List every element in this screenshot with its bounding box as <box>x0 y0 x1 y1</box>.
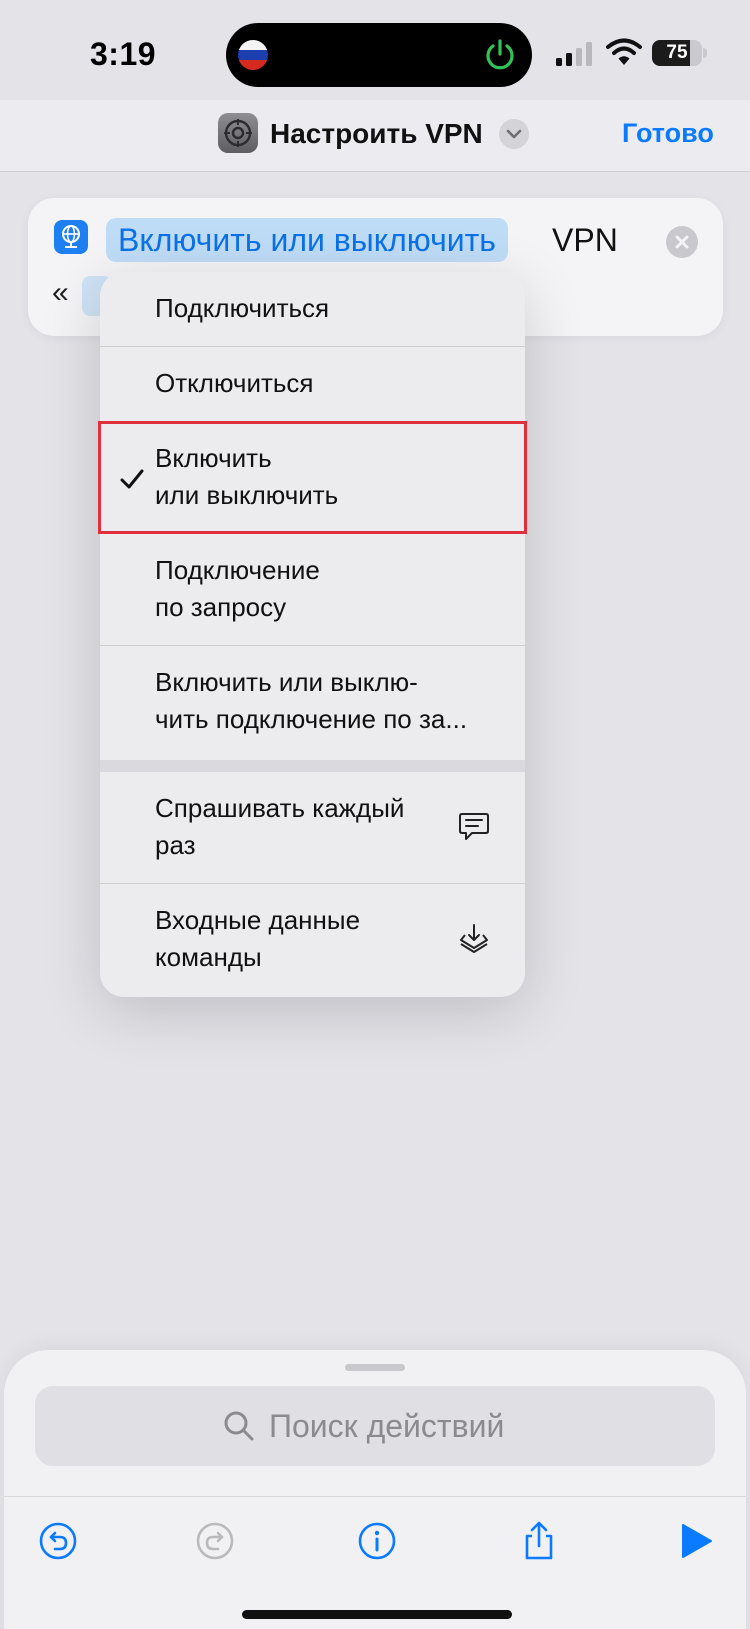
menu-item-disconnect[interactable]: Отключиться <box>100 347 525 421</box>
share-icon[interactable] <box>518 1520 560 1562</box>
search-placeholder: Поиск действий <box>269 1408 505 1444</box>
menu-item-label: Подключиться <box>155 293 330 323</box>
shortcut-input-icon <box>460 924 488 953</box>
speech-bubble-icon <box>459 813 489 840</box>
screen: 3:19 75 Настроить VPN Готово Включить ил… <box>0 0 750 1629</box>
menu-item-label: Входные данные команды <box>155 905 361 972</box>
menu-item-label: Спрашивать каждый раз <box>155 793 405 860</box>
menu-item-connect[interactable]: Подключиться <box>100 272 525 346</box>
settings-app-icon[interactable] <box>218 113 258 153</box>
vpn-globe-icon <box>54 220 88 254</box>
menu-section-separator <box>100 760 525 772</box>
undo-icon[interactable] <box>37 1520 79 1562</box>
menu-item-label: Подключение по запросу <box>155 555 320 622</box>
chevron-down-icon[interactable] <box>499 119 529 149</box>
menu-item-on-demand[interactable]: Подключение по запросу <box>100 534 525 645</box>
home-indicator <box>242 1610 512 1619</box>
dynamic-island <box>226 23 532 87</box>
battery-level: 75 <box>666 42 688 63</box>
actions-sheet: Поиск действий <box>4 1350 746 1629</box>
play-icon[interactable] <box>674 1520 716 1562</box>
highlight-annotation <box>98 421 527 534</box>
power-icon <box>486 39 514 70</box>
quote-mark: « <box>52 276 69 309</box>
menu-item-label: Отключиться <box>155 368 314 398</box>
russia-flag-icon <box>238 40 268 70</box>
clear-icon[interactable] <box>666 226 698 258</box>
redo-icon[interactable] <box>194 1520 236 1562</box>
operation-menu: Подключиться Отключиться Включить или вы… <box>100 272 525 997</box>
done-button[interactable]: Готово <box>622 118 714 149</box>
action-vpn-label: VPN <box>552 222 618 258</box>
search-actions-field[interactable]: Поиск действий <box>35 1386 715 1466</box>
info-icon[interactable] <box>356 1520 398 1562</box>
menu-item-label: Включить или выклю- чить подключение по … <box>155 667 468 734</box>
toolbar-divider <box>4 1496 746 1497</box>
menu-item-ask-each-time[interactable]: Спрашивать каждый раз <box>100 772 525 883</box>
action-parameter-token[interactable]: Включить или выключить <box>106 218 508 262</box>
cellular-signal-icon <box>556 42 592 66</box>
menu-item-shortcut-input[interactable]: Входные данные команды <box>100 884 525 997</box>
shortcut-title[interactable]: Настроить VPN <box>270 118 483 150</box>
battery-icon: 75 <box>652 40 708 66</box>
wifi-icon <box>606 38 642 65</box>
sheet-grabber[interactable] <box>345 1364 405 1371</box>
navigation-bar: Настроить VPN Готово <box>0 100 750 172</box>
search-icon <box>224 1411 254 1441</box>
menu-item-toggle-on-demand[interactable]: Включить или выклю- чить подключение по … <box>100 646 525 760</box>
status-time: 3:19 <box>90 36 157 72</box>
